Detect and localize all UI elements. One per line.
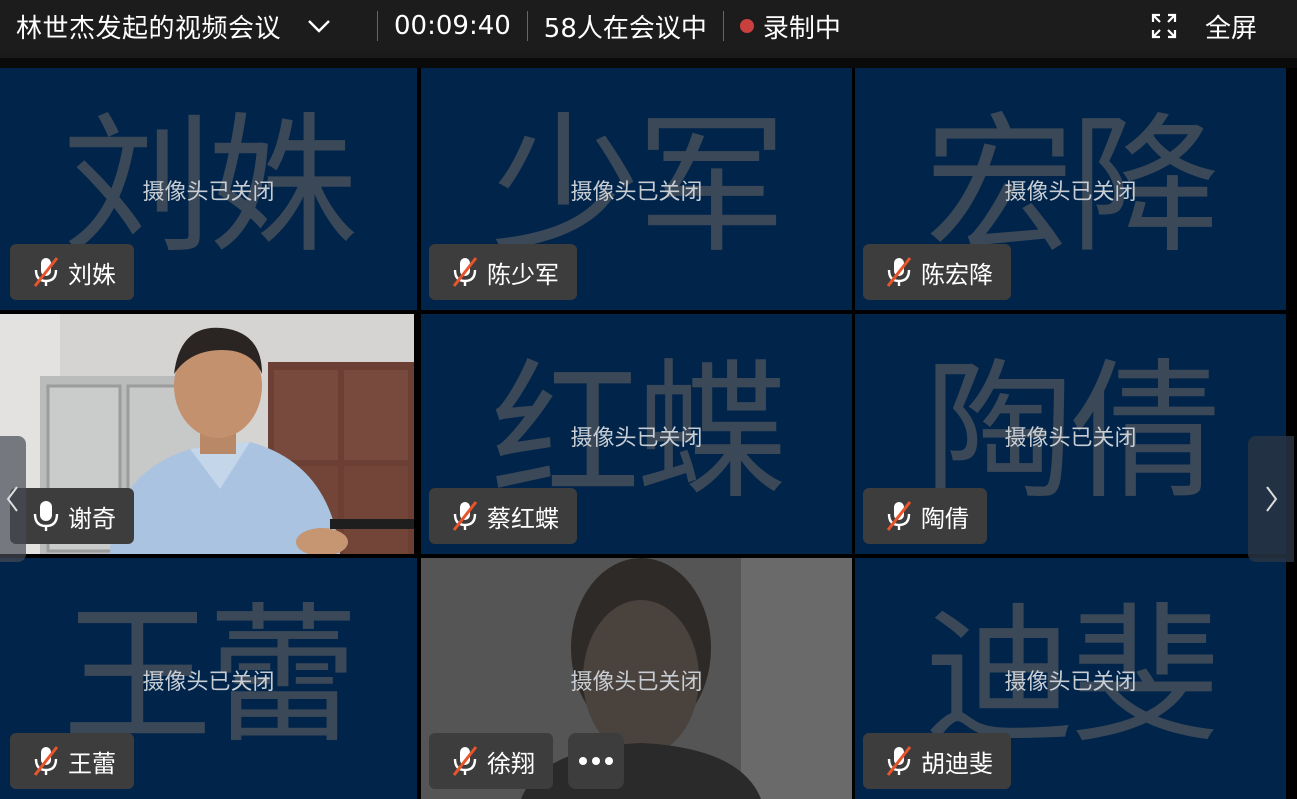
meeting-header: 林世杰发起的视频会议 00:09:40 58人在会议中 录制中 全屏 [0,0,1297,52]
video-tile[interactable]: 迪斐 摄像头已关闭 胡迪斐 [855,558,1286,799]
camera-off-text: 摄像头已关闭 [1004,670,1137,695]
mic-icon [33,501,59,531]
fullscreen-button[interactable]: 全屏 [1151,0,1257,52]
divider [377,11,379,41]
chevron-right-icon [1266,486,1278,512]
participant-name: 陈少军 [487,260,559,289]
participant-name: 陶倩 [921,504,969,533]
camera-off-text: 摄像头已关闭 [570,180,703,205]
video-tile[interactable]: 陶倩 摄像头已关闭 陶倩 [855,314,1286,554]
record-dot-icon [739,19,754,33]
participant-label: 徐翔 [429,733,553,789]
participant-label: 蔡红蝶 [429,488,577,544]
more-icon-dot [579,757,587,765]
video-tile[interactable]: 红蝶 摄像头已关闭 蔡红蝶 [421,314,852,554]
video-tile-active[interactable]: 谢奇 [0,314,414,554]
recording-status: 录制中 [739,8,841,45]
camera-off-text: 摄像头已关闭 [142,180,275,205]
participant-name: 王蕾 [68,749,116,778]
meeting-title: 林世杰发起的视频会议 [16,13,282,44]
video-grid: 刘姝 摄像头已关闭 刘姝 少军 摄像头已关闭 陈少军 宏降 摄像头已关闭 陈宏降… [0,68,1297,799]
video-tile[interactable]: 摄像头已关闭 徐翔 [421,558,852,799]
camera-off-text: 摄像头已关闭 [142,670,275,695]
recording-label: 录制中 [762,13,841,44]
participant-count[interactable]: 58人在会议中 [544,8,707,45]
header-divider [0,58,1297,68]
mic-muted-icon [452,257,478,287]
mic-muted-icon [886,746,912,776]
divider [526,11,528,41]
mic-muted-icon [33,257,59,287]
more-button[interactable] [568,733,624,789]
camera-off-text: 摄像头已关闭 [1004,426,1137,451]
meeting-timer: 00:09:40 [394,11,511,41]
mic-muted-icon [452,501,478,531]
chevron-down-icon[interactable] [305,16,333,36]
camera-off-text: 摄像头已关闭 [1004,180,1137,205]
video-tile[interactable]: 王蕾 摄像头已关闭 王蕾 [0,558,417,799]
participant-label: 刘姝 [10,244,134,300]
more-icon-dot [605,757,613,765]
participant-name: 谢奇 [68,504,116,533]
camera-off-text: 摄像头已关闭 [570,670,703,695]
fullscreen-label: 全屏 [1204,13,1257,44]
prev-page-button[interactable] [0,436,26,562]
video-tile[interactable]: 宏降 摄像头已关闭 陈宏降 [855,68,1286,310]
participant-label: 陈少军 [429,244,577,300]
participant-name: 陈宏降 [921,260,993,289]
participant-name: 胡迪斐 [921,749,993,778]
next-page-button[interactable] [1248,436,1294,562]
camera-off-text: 摄像头已关闭 [570,426,703,451]
mic-muted-icon [452,746,478,776]
video-tile[interactable]: 刘姝 摄像头已关闭 刘姝 [0,68,417,310]
divider [722,11,724,41]
meeting-title-dropdown[interactable]: 林世杰发起的视频会议 [0,8,333,45]
chevron-left-icon [6,486,18,512]
participant-name: 刘姝 [68,260,116,289]
participant-label: 王蕾 [10,733,134,789]
video-tile[interactable]: 少军 摄像头已关闭 陈少军 [421,68,852,310]
fullscreen-icon [1151,13,1177,39]
participant-label: 陈宏降 [863,244,1011,300]
participant-label: 陶倩 [863,488,987,544]
mic-muted-icon [886,501,912,531]
more-icon-dot [592,757,600,765]
mic-muted-icon [886,257,912,287]
participant-label: 胡迪斐 [863,733,1011,789]
participant-name: 徐翔 [487,749,535,778]
participant-name: 蔡红蝶 [487,504,559,533]
participant-label: 谢奇 [10,488,134,544]
mic-muted-icon [33,746,59,776]
